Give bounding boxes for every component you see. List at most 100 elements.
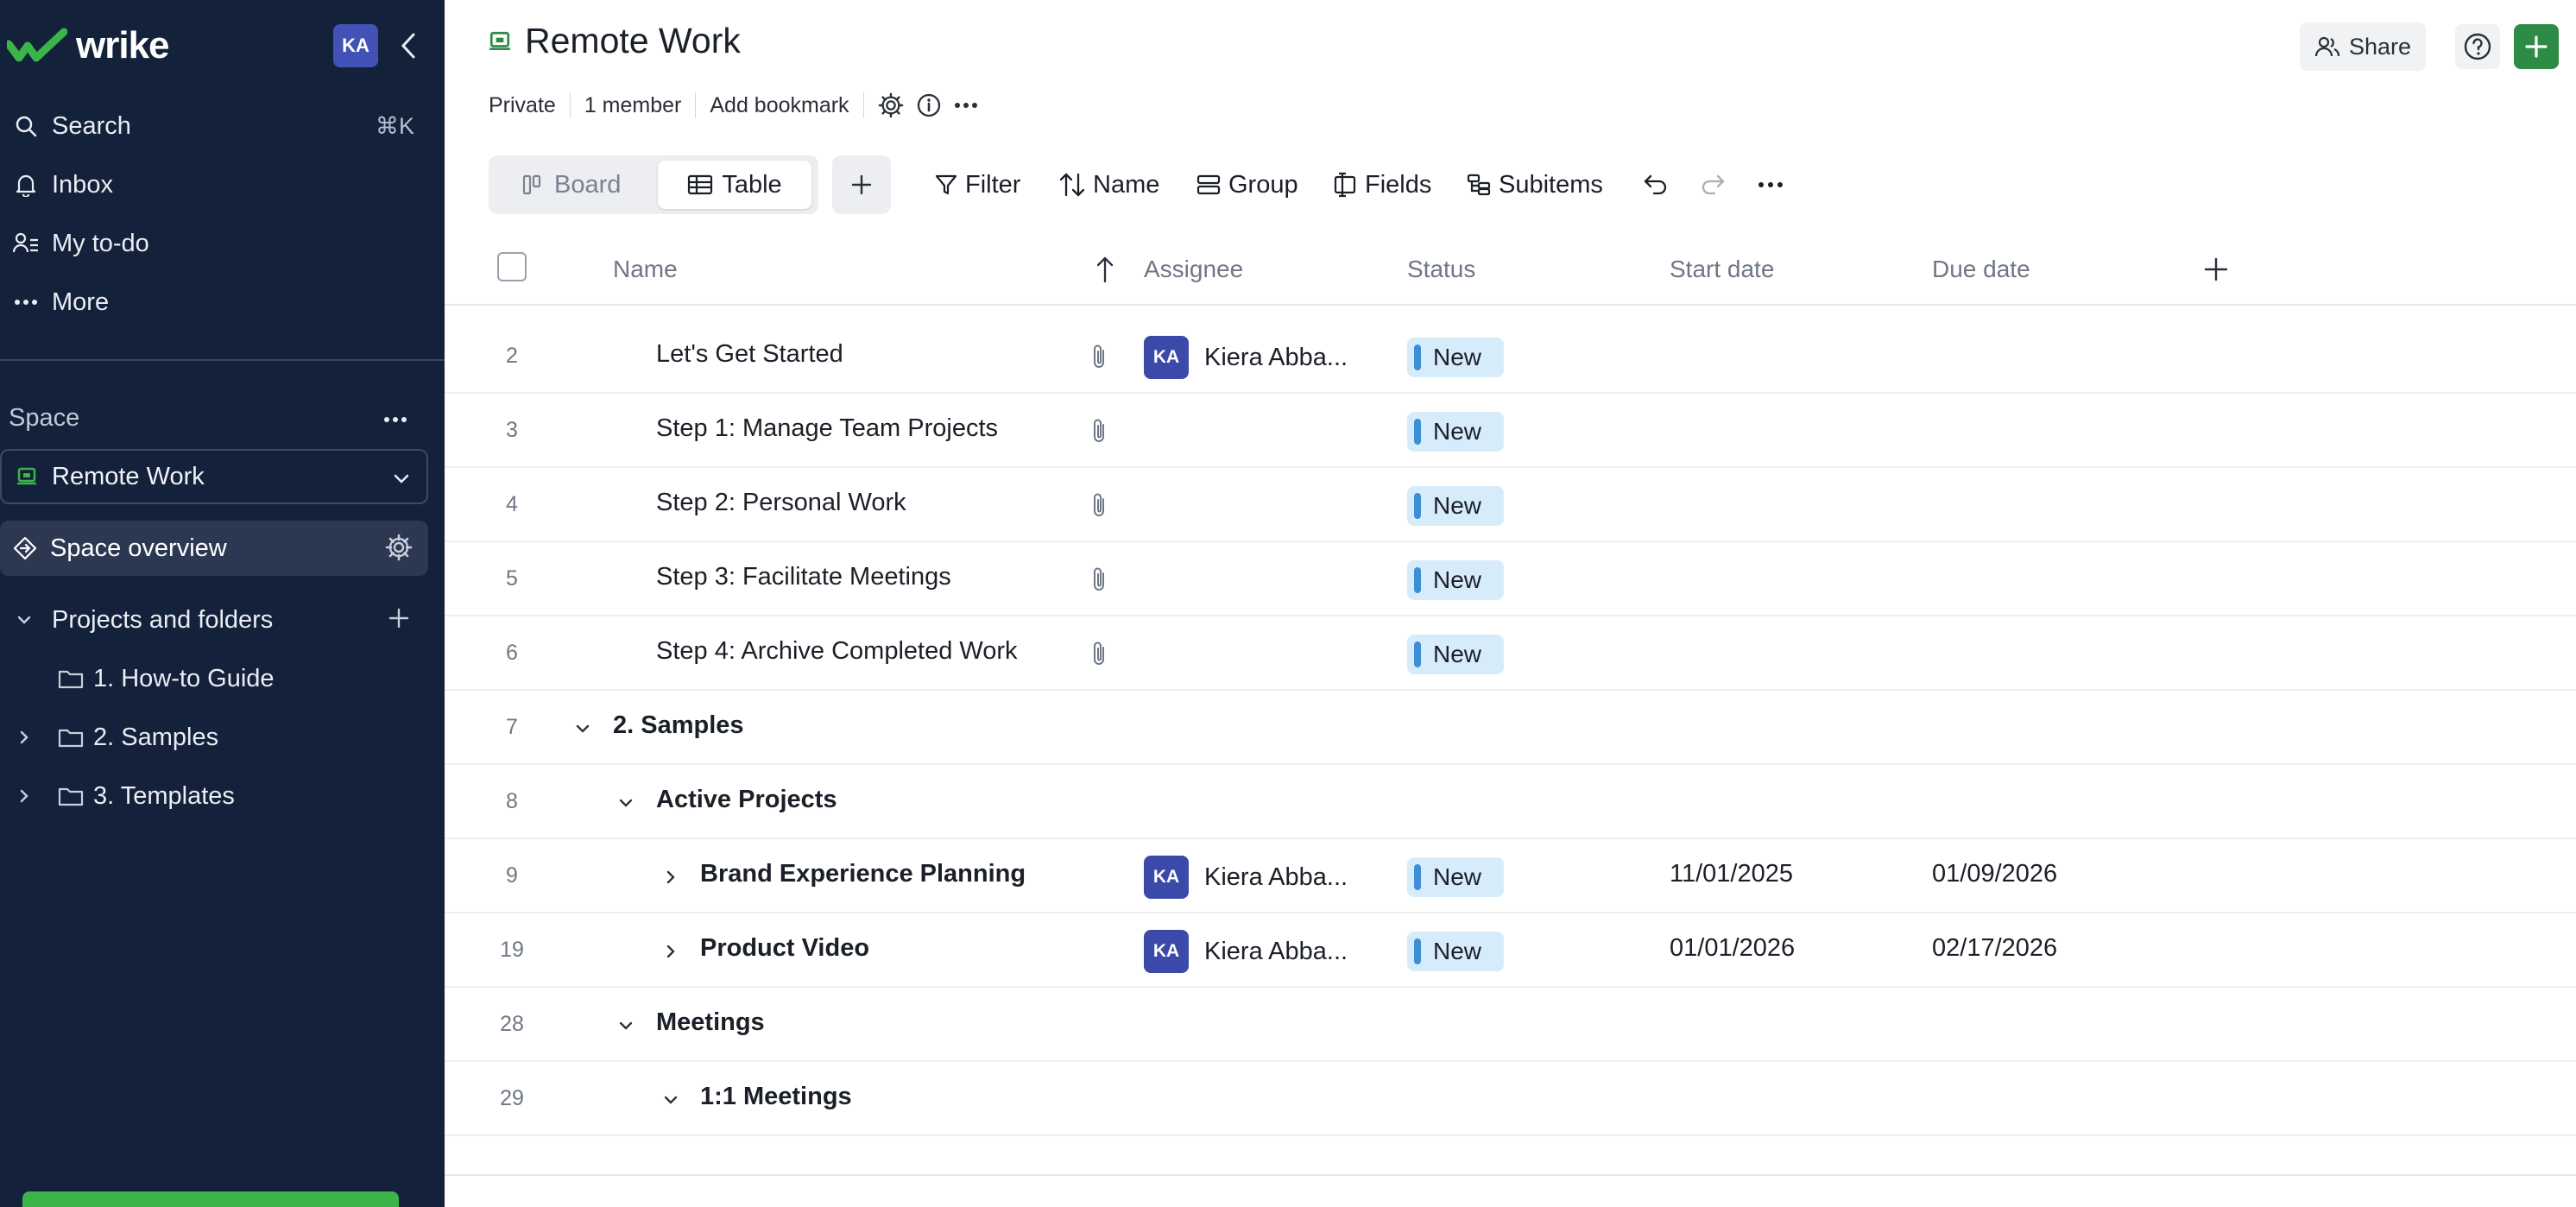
table-row[interactable]: 5 Step 3: Facilitate Meetings New bbox=[445, 542, 2576, 616]
chevron-down-icon[interactable] bbox=[571, 717, 595, 741]
table-row[interactable]: 7 2. Samples bbox=[445, 691, 2576, 765]
fields-button[interactable]: Fields bbox=[1332, 164, 1431, 205]
toolbar-more-button[interactable] bbox=[1758, 164, 1784, 205]
table-row[interactable]: 3 Step 1: Manage Team Projects New bbox=[445, 394, 2576, 468]
submit-button[interactable] bbox=[22, 1191, 399, 1207]
column-header-status[interactable]: Status bbox=[1407, 256, 1475, 283]
folder-name[interactable]: Active Projects bbox=[656, 786, 837, 814]
status-badge[interactable]: New bbox=[1407, 635, 1504, 674]
row-number: 28 bbox=[500, 1012, 524, 1036]
undo-button[interactable] bbox=[1642, 164, 1670, 205]
tree-projects-and-folders[interactable]: Projects and folders bbox=[0, 596, 432, 644]
add-view-button[interactable] bbox=[832, 155, 891, 214]
table-view-tab[interactable]: Table bbox=[658, 161, 811, 209]
space-selector[interactable]: Remote Work bbox=[0, 449, 428, 504]
folder-name[interactable]: Meetings bbox=[656, 1008, 765, 1037]
status-badge[interactable]: New bbox=[1407, 412, 1504, 452]
chevron-down-icon[interactable] bbox=[0, 611, 48, 629]
folder-name[interactable]: 1:1 Meetings bbox=[700, 1083, 852, 1111]
user-avatar[interactable]: KA bbox=[333, 24, 378, 67]
nav-search[interactable]: Search ⌘K bbox=[0, 102, 432, 150]
chevron-down-icon[interactable] bbox=[659, 1088, 683, 1112]
status-badge[interactable]: New bbox=[1407, 338, 1504, 377]
create-new-button[interactable] bbox=[2514, 24, 2559, 69]
chevron-right-icon[interactable] bbox=[659, 939, 683, 964]
status-badge[interactable]: New bbox=[1407, 857, 1504, 897]
task-name[interactable]: Step 4: Archive Completed Work bbox=[656, 637, 1018, 666]
add-column-plus-icon[interactable] bbox=[2202, 256, 2230, 288]
start-date[interactable]: 01/01/2026 bbox=[1670, 934, 1795, 963]
folder-name[interactable]: 2. Samples bbox=[613, 711, 744, 740]
subitems-button[interactable]: Subitems bbox=[1466, 164, 1603, 205]
assignee-cell[interactable]: KA Kiera Abba... bbox=[1144, 856, 1348, 899]
start-date[interactable]: 11/01/2025 bbox=[1670, 860, 1793, 888]
chevron-right-icon[interactable] bbox=[659, 865, 683, 889]
group-button[interactable]: Group bbox=[1196, 164, 1298, 205]
table-row[interactable]: 19 Product Video KA Kiera Abba... New 01… bbox=[445, 913, 2576, 988]
page-title[interactable]: Remote Work bbox=[525, 21, 741, 61]
assignee-cell[interactable]: KA Kiera Abba... bbox=[1144, 930, 1348, 973]
assignee-cell[interactable]: KA Kiera Abba... bbox=[1144, 336, 1348, 379]
wrike-logo[interactable]: wrike bbox=[7, 24, 170, 67]
space-more-button[interactable] bbox=[378, 404, 413, 435]
collapse-sidebar-button[interactable] bbox=[395, 28, 421, 64]
task-name[interactable]: Step 1: Manage Team Projects bbox=[656, 414, 998, 443]
settings-gear-icon[interactable] bbox=[878, 92, 904, 118]
due-date[interactable]: 02/17/2026 bbox=[1932, 934, 2057, 963]
share-button[interactable]: Share bbox=[2300, 22, 2426, 71]
task-name[interactable]: Let's Get Started bbox=[656, 340, 843, 369]
redo-button[interactable] bbox=[1699, 164, 1727, 205]
chevron-down-icon[interactable] bbox=[614, 791, 638, 815]
tree-samples[interactable]: 2. Samples bbox=[0, 713, 432, 761]
table-row[interactable]: 28 Meetings bbox=[445, 988, 2576, 1062]
table-row[interactable]: 4 Step 2: Personal Work New bbox=[445, 468, 2576, 542]
space-icon bbox=[489, 31, 510, 50]
due-date[interactable]: 01/09/2026 bbox=[1932, 860, 2057, 888]
tree-how-to-guide[interactable]: 1. How-to Guide bbox=[0, 654, 432, 703]
nav-my-todo[interactable]: My to-do bbox=[0, 219, 432, 268]
project-name[interactable]: Product Video bbox=[700, 934, 869, 963]
sort-ascending-icon[interactable] bbox=[1095, 256, 1114, 288]
chevron-down-icon[interactable] bbox=[614, 1014, 638, 1038]
status-badge[interactable]: New bbox=[1407, 560, 1504, 600]
nav-more[interactable]: More bbox=[0, 278, 432, 326]
privacy-label[interactable]: Private bbox=[489, 93, 556, 118]
add-bookmark-link[interactable]: Add bookmark bbox=[710, 93, 849, 118]
table-row[interactable]: 2 Let's Get Started KA Kiera Abba... New bbox=[445, 319, 2576, 394]
table-row[interactable]: 29 1:1 Meetings bbox=[445, 1062, 2576, 1136]
add-folder-plus-icon[interactable] bbox=[387, 606, 411, 637]
table-row[interactable]: 8 Active Projects bbox=[445, 765, 2576, 839]
chevron-right-icon[interactable] bbox=[0, 787, 48, 805]
column-header-due-date[interactable]: Due date bbox=[1932, 256, 2030, 283]
board-view-tab[interactable]: Board bbox=[521, 166, 621, 204]
select-all-checkbox[interactable] bbox=[497, 252, 527, 281]
task-name[interactable]: Step 2: Personal Work bbox=[656, 489, 906, 517]
help-button[interactable] bbox=[2455, 24, 2500, 69]
nav-inbox[interactable]: Inbox bbox=[0, 161, 432, 209]
sort-button[interactable]: Name bbox=[1058, 164, 1159, 205]
info-icon[interactable] bbox=[916, 92, 942, 118]
attachment-icon[interactable] bbox=[1089, 490, 1108, 524]
members-label[interactable]: 1 member bbox=[584, 93, 682, 118]
table-row[interactable]: 6 Step 4: Archive Completed Work New bbox=[445, 616, 2576, 691]
attachment-icon[interactable] bbox=[1089, 342, 1108, 376]
board-icon bbox=[522, 174, 541, 195]
column-header-start-date[interactable]: Start date bbox=[1670, 256, 1774, 283]
status-badge[interactable]: New bbox=[1407, 932, 1504, 971]
column-header-name[interactable]: Name bbox=[613, 256, 678, 283]
assignee-name: Kiera Abba... bbox=[1204, 343, 1348, 371]
space-overview[interactable]: Space overview bbox=[0, 521, 428, 576]
table-row[interactable]: 9 Brand Experience Planning KA Kiera Abb… bbox=[445, 839, 2576, 913]
chevron-right-icon[interactable] bbox=[0, 729, 48, 746]
gear-icon[interactable] bbox=[385, 534, 413, 568]
attachment-icon[interactable] bbox=[1089, 416, 1108, 450]
more-options-icon[interactable] bbox=[954, 102, 978, 109]
status-badge[interactable]: New bbox=[1407, 486, 1504, 526]
project-name[interactable]: Brand Experience Planning bbox=[700, 860, 1026, 888]
column-header-assignee[interactable]: Assignee bbox=[1144, 256, 1243, 283]
attachment-icon[interactable] bbox=[1089, 639, 1108, 673]
tree-templates[interactable]: 3. Templates bbox=[0, 772, 432, 820]
task-name[interactable]: Step 3: Facilitate Meetings bbox=[656, 563, 951, 591]
filter-button[interactable]: Filter bbox=[934, 164, 1020, 205]
attachment-icon[interactable] bbox=[1089, 565, 1108, 598]
